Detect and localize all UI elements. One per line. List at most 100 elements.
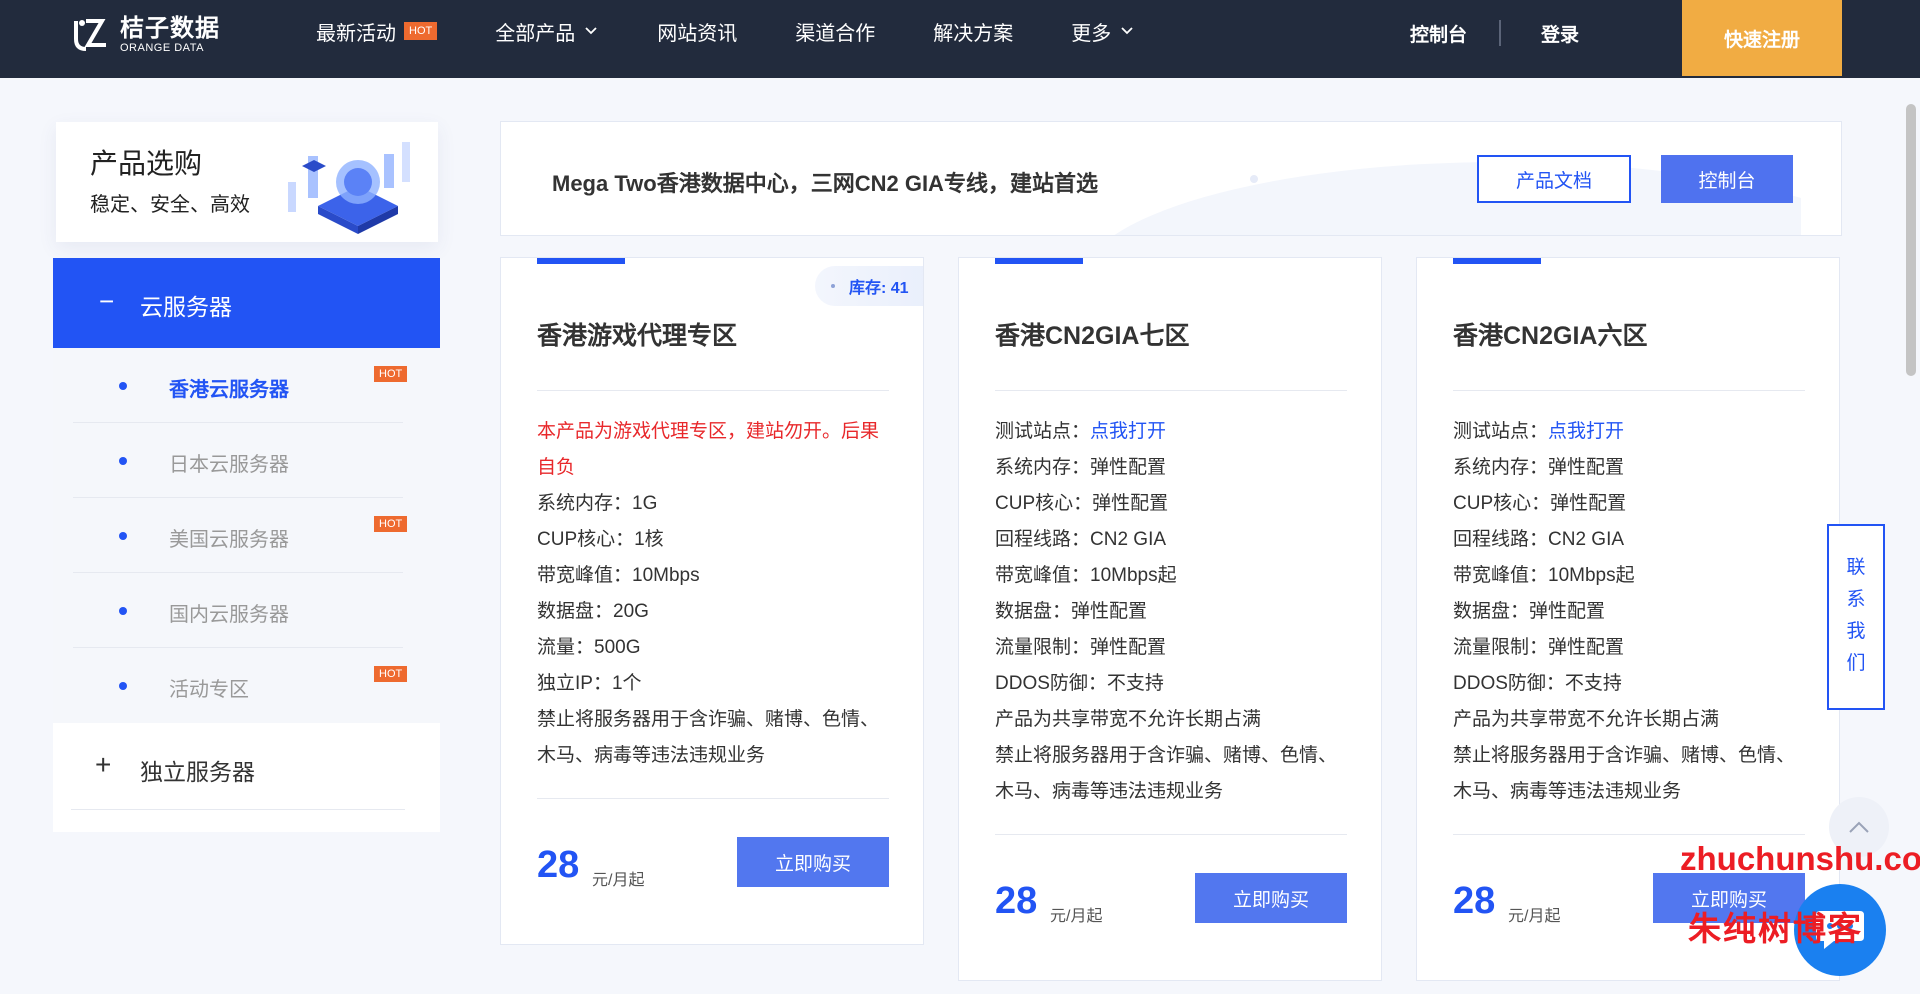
sidebar-group-cloud[interactable]: − 云服务器: [53, 258, 440, 348]
contact-us-label: 联系我们: [1846, 557, 1866, 674]
card-title: 香港CN2GIA七区: [995, 322, 1190, 350]
spec-shared-note: 产品为共享带宽不允许长期占满: [1453, 709, 1720, 730]
card-title: 香港CN2GIA六区: [1453, 322, 1648, 350]
card-tab-accent: [995, 258, 1083, 264]
register-button[interactable]: 快速注册: [1682, 0, 1842, 76]
scrollbar-thumb[interactable]: [1906, 104, 1916, 376]
sidebar-item-jp[interactable]: 日本云服务器: [73, 423, 403, 498]
hot-badge: HOT: [374, 516, 408, 532]
spec-ddos: DDOS防御：不支持: [1453, 673, 1622, 694]
dot-icon: [831, 284, 835, 288]
sidebar-item-cn[interactable]: 国内云服务器: [73, 573, 403, 648]
contact-us-button[interactable]: 联系我们: [1827, 524, 1885, 710]
card-tab-accent: [1453, 258, 1541, 264]
sidebar-item-label: 国内云服务器: [169, 604, 289, 626]
main-nav: 最新活动 HOT 全部产品 网站资讯 渠道合作 解决方案 更多: [316, 0, 1193, 62]
nav-label: 网站资讯: [657, 22, 738, 45]
test-site-label: 测试站点：: [1453, 421, 1549, 442]
console-link[interactable]: 控制台: [1410, 20, 1467, 47]
sidebar-item-label: 美国云服务器: [169, 529, 289, 551]
spec-ddos: DDOS防御：不支持: [995, 673, 1164, 694]
sidebar-group-label: 独立服务器: [140, 759, 255, 785]
spec-cpu: CUP核心：1核: [537, 529, 664, 550]
spec-list: 测试站点：点我打开 系统内存：弹性配置 CUP核心：弹性配置 回程线路：CN2 …: [995, 414, 1355, 810]
stock-count: 库存: 41: [849, 280, 909, 297]
product-card: 库存: 41 香港游戏代理专区 本产品为游戏代理专区，建站勿开。后果自负 系统内…: [500, 257, 924, 945]
price-unit: 元/月起: [1508, 908, 1561, 925]
bullet-icon: [119, 532, 127, 540]
spec-bandwidth: 带宽峰值：10Mbps: [537, 565, 700, 586]
sidebar-group-dedicated[interactable]: + 独立服务器: [53, 723, 440, 813]
bullet-icon: [119, 457, 127, 465]
spec-traffic: 流量限制：弹性配置: [995, 637, 1167, 658]
sidebar-item-promo[interactable]: 活动专区 HOT: [73, 648, 408, 723]
product-banner: Mega Two香港数据中心，三网CN2 GIA专线，建站首选 产品文档 控制台: [500, 121, 1842, 236]
chevron-down-icon: [585, 27, 597, 35]
sidebar-item-hk[interactable]: 香港云服务器 HOT: [73, 348, 408, 423]
sidebar-group-label: 云服务器: [140, 294, 232, 320]
spec-traffic: 流量限制：弹性配置: [1453, 637, 1625, 658]
server-illustration-icon: [288, 142, 410, 234]
divider: [1453, 390, 1805, 391]
product-card: 香港CN2GIA七区 测试站点：点我打开 系统内存：弹性配置 CUP核心：弹性配…: [958, 257, 1382, 981]
divider: [71, 809, 405, 810]
spec-test-site: 测试站点：点我打开: [995, 414, 1355, 450]
chevron-up-icon: [1849, 821, 1869, 833]
spec-memory: 系统内存：1G: [537, 493, 658, 514]
chevron-down-icon: [1121, 27, 1133, 35]
nav-divider: [1499, 20, 1502, 46]
divider: [537, 390, 889, 391]
buy-now-button[interactable]: 立即购买: [737, 837, 889, 887]
spec-notice: 禁止将服务器用于含诈骗、赌博、色情、木马、病毒等违法违规业务: [1453, 745, 1796, 802]
divider: [995, 834, 1347, 835]
spec-disk: 数据盘：20G: [537, 601, 649, 622]
nav-label: 更多: [1071, 22, 1112, 45]
nav-item-solutions[interactable]: 解决方案: [933, 17, 1013, 46]
console-button[interactable]: 控制台: [1661, 155, 1793, 203]
sidebar-item-us[interactable]: 美国云服务器 HOT: [73, 498, 408, 573]
nav-label: 渠道合作: [795, 22, 876, 45]
bullet-icon: [119, 607, 127, 615]
price-unit: 元/月起: [592, 872, 645, 889]
nav-right: 控制台 登录: [1410, 0, 1579, 66]
spec-list: 本产品为游戏代理专区，建站勿开。后果自负 系统内存：1G CUP核心：1核 带宽…: [537, 414, 897, 774]
collapse-icon: −: [99, 286, 115, 316]
sidebar-submenu: 香港云服务器 HOT 日本云服务器 美国云服务器 HOT 国内云服务器 活动专区…: [53, 348, 440, 723]
nav-label: 最新活动: [316, 22, 396, 45]
spec-disk: 数据盘：弹性配置: [1453, 601, 1606, 622]
nav-item-latest[interactable]: 最新活动 HOT: [316, 17, 438, 46]
price-value: 28: [1453, 880, 1496, 922]
nav-item-partners[interactable]: 渠道合作: [795, 17, 875, 46]
sidebar-title: 产品选购: [90, 148, 203, 179]
spec-route: 回程线路：CN2 GIA: [1453, 529, 1625, 550]
spec-list: 测试站点：点我打开 系统内存：弹性配置 CUP核心：弹性配置 回程线路：CN2 …: [1453, 414, 1813, 810]
divider: [537, 798, 889, 799]
spec-ip: 独立IP：1个: [537, 673, 642, 694]
banner-text: Mega Two香港数据中心，三网CN2 GIA专线，建站首选: [552, 171, 1098, 196]
price-value: 28: [537, 844, 580, 886]
login-link[interactable]: 登录: [1541, 20, 1579, 47]
expand-icon: +: [95, 749, 112, 780]
bullet-icon: [119, 682, 127, 690]
nav-item-products[interactable]: 全部产品: [495, 17, 599, 46]
price-unit: 元/月起: [1050, 908, 1103, 925]
sidebar-item-label: 香港云服务器: [169, 379, 289, 401]
test-site-link[interactable]: 点我打开: [1548, 421, 1624, 442]
test-site-link[interactable]: 点我打开: [1090, 421, 1166, 442]
spec-memory: 系统内存：弹性配置: [1453, 457, 1625, 478]
nav-item-news[interactable]: 网站资讯: [657, 17, 737, 46]
spec-notice: 禁止将服务器用于含诈骗、赌博、色情、木马、病毒等违法违规业务: [537, 709, 880, 766]
test-site-label: 测试站点：: [995, 421, 1091, 442]
divider: [1453, 834, 1805, 835]
logo[interactable]: 桔子数据 ORANGE DATA: [70, 10, 220, 60]
top-nav-bar: 桔子数据 ORANGE DATA 最新活动 HOT 全部产品 网站资讯 渠道合作…: [0, 0, 1920, 78]
spec-test-site: 测试站点：点我打开: [1453, 414, 1813, 450]
spec-route: 回程线路：CN2 GIA: [995, 529, 1167, 550]
nav-item-more[interactable]: 更多: [1071, 17, 1135, 46]
logo-text-en: ORANGE DATA: [120, 41, 204, 54]
spec-shared-note: 产品为共享带宽不允许长期占满: [995, 709, 1262, 730]
product-docs-button[interactable]: 产品文档: [1477, 155, 1631, 203]
spec-traffic: 流量：500G: [537, 637, 641, 658]
buy-now-button[interactable]: 立即购买: [1195, 873, 1347, 923]
logo-icon: [74, 19, 106, 51]
